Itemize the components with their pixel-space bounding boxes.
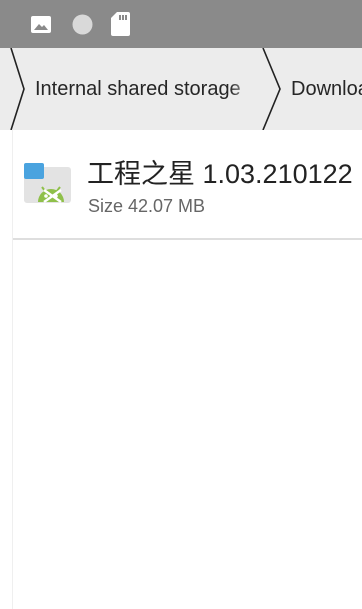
file-name: 工程之星 1.03.210122 (87, 159, 353, 189)
breadcrumb: Internal shared storage Download (0, 48, 362, 130)
breadcrumb-item-internal-storage[interactable]: Internal shared storage (35, 48, 256, 130)
sd-card-icon (111, 12, 130, 36)
apk-file-icon (24, 163, 71, 204)
circle-icon (72, 14, 93, 35)
label-fade (230, 48, 256, 130)
chevron-right-icon (10, 48, 25, 130)
status-bar (0, 0, 362, 48)
chevron-right-icon (262, 48, 281, 130)
breadcrumb-label: Internal shared storage (35, 78, 241, 100)
divider (12, 238, 362, 240)
breadcrumb-item-download[interactable]: Download (291, 48, 362, 130)
list-item[interactable]: 工程之星 1.03.210122 Size 42.07 MB (0, 130, 362, 239)
divider (12, 130, 13, 609)
image-icon (31, 16, 51, 33)
file-size: Size 42.07 MB (88, 196, 206, 216)
breadcrumb-label: Download (291, 78, 362, 100)
screen: Internal shared storage Download 工程之星 1.… (0, 0, 362, 609)
